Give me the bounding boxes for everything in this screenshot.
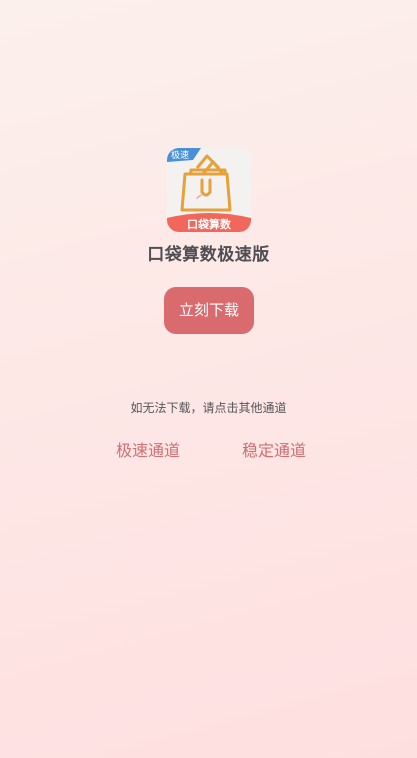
stable-channel-link[interactable]: 稳定通道 (242, 437, 306, 461)
app-icon-banner: 口袋算数 (187, 217, 232, 231)
fallback-hint: 如无法下载，请点击其他通道 (130, 401, 287, 415)
app-icon: 极速 口袋算数 (167, 148, 251, 232)
download-button[interactable]: 立刻下载 (164, 287, 254, 334)
fast-channel-link[interactable]: 极速通道 (116, 437, 180, 461)
app-name: 口袋算数极速版 (147, 245, 270, 265)
shopping-bag-icon: 极速 口袋算数 (167, 148, 251, 232)
app-icon-badge: 极速 (171, 149, 189, 161)
